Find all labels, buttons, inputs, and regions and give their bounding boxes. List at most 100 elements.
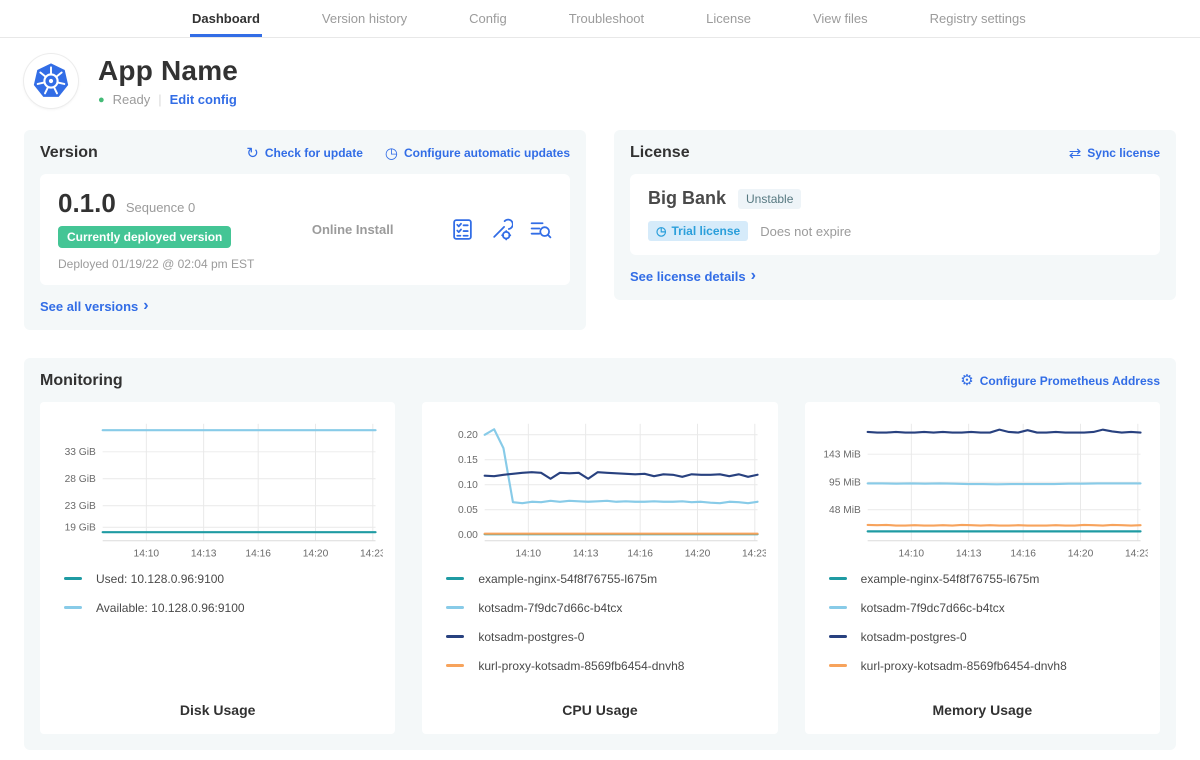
status-dot-icon: ● xyxy=(98,94,105,106)
memory-usage-panel: 14:1014:1314:1614:2014:23143 MiB95 MiB48… xyxy=(805,402,1160,734)
legend-label: kotsadm-7f9dc7d66c-b4tcx xyxy=(478,601,622,615)
edit-config-link[interactable]: Edit config xyxy=(170,92,237,107)
legend-item: example-nginx-54f8f76755-l675m xyxy=(829,572,1148,586)
legend-label: kurl-proxy-kotsadm-8569fb6454-dnvh8 xyxy=(861,659,1067,673)
preflight-checks-icon[interactable] xyxy=(451,218,474,241)
chevron-right-icon: › xyxy=(751,267,756,285)
configure-prometheus-link[interactable]: ⚙ Configure Prometheus Address xyxy=(960,373,1160,388)
configure-automatic-updates-link[interactable]: ◷ Configure automatic updates xyxy=(385,146,570,161)
legend-dash-icon xyxy=(64,606,82,609)
legend-item: kotsadm-7f9dc7d66c-b4tcx xyxy=(446,601,765,615)
disk-usage-panel: 14:1014:1314:1614:2014:2333 GiB28 GiB23 … xyxy=(40,402,395,734)
version-card-title: Version xyxy=(40,144,98,162)
svg-text:14:13: 14:13 xyxy=(955,548,981,559)
kubernetes-logo-icon xyxy=(24,54,78,108)
svg-text:33 GiB: 33 GiB xyxy=(65,447,96,458)
schedule-icon: ◷ xyxy=(385,146,398,161)
top-nav: Dashboard Version history Config Trouble… xyxy=(0,0,1200,38)
svg-text:23 GiB: 23 GiB xyxy=(65,501,96,512)
chevron-right-icon: › xyxy=(143,297,148,315)
tab-registry-settings[interactable]: Registry settings xyxy=(928,0,1028,37)
cpu-usage-panel: 14:1014:1314:1614:2014:230.200.150.100.0… xyxy=(422,402,777,734)
legend-label: example-nginx-54f8f76755-l675m xyxy=(478,572,657,586)
refresh-icon: ↻ xyxy=(246,146,259,161)
svg-text:95 MiB: 95 MiB xyxy=(829,477,861,488)
tab-dashboard[interactable]: Dashboard xyxy=(190,0,262,37)
edit-config-icon[interactable] xyxy=(490,218,513,241)
memory-usage-chart: 14:1014:1314:1614:2014:23143 MiB95 MiB48… xyxy=(817,416,1148,562)
svg-text:0.05: 0.05 xyxy=(458,505,478,516)
divider: | xyxy=(158,92,161,107)
cpu-usage-chart: 14:1014:1314:1614:2014:230.200.150.100.0… xyxy=(434,416,765,562)
version-sequence: Sequence 0 xyxy=(126,200,195,215)
memory-usage-legend: example-nginx-54f8f76755-l675m kotsadm-7f… xyxy=(829,572,1148,688)
see-all-versions-link[interactable]: See all versions › xyxy=(40,297,149,315)
license-name: Big Bank xyxy=(648,188,726,209)
svg-text:14:16: 14:16 xyxy=(245,548,271,559)
legend-item: kotsadm-7f9dc7d66c-b4tcx xyxy=(829,601,1148,615)
see-license-details-link[interactable]: See license details › xyxy=(630,267,756,285)
legend-item: kotsadm-postgres-0 xyxy=(446,630,765,644)
svg-text:0.00: 0.00 xyxy=(458,530,478,541)
license-expiry: Does not expire xyxy=(760,224,851,239)
legend-dash-icon xyxy=(446,606,464,609)
legend-label: kotsadm-7f9dc7d66c-b4tcx xyxy=(861,601,1005,615)
svg-text:14:10: 14:10 xyxy=(898,548,924,559)
legend-item: kurl-proxy-kotsadm-8569fb6454-dnvh8 xyxy=(829,659,1148,673)
tab-view-files[interactable]: View files xyxy=(811,0,870,37)
legend-dash-icon xyxy=(829,635,847,638)
version-card: Version ↻ Check for update ◷ Configure a… xyxy=(24,130,586,330)
svg-text:14:10: 14:10 xyxy=(134,548,160,559)
legend-dash-icon xyxy=(64,577,82,580)
cpu-usage-title: CPU Usage xyxy=(434,688,765,728)
tab-config[interactable]: Config xyxy=(467,0,509,37)
license-card: License ⇄ Sync license Big Bank Unstable… xyxy=(614,130,1176,300)
monitoring-title: Monitoring xyxy=(40,372,123,390)
legend-dash-icon xyxy=(829,577,847,580)
svg-text:14:10: 14:10 xyxy=(516,548,542,559)
license-card-title: License xyxy=(630,144,690,162)
svg-text:14:23: 14:23 xyxy=(360,548,383,559)
sync-license-link[interactable]: ⇄ Sync license xyxy=(1069,146,1160,161)
svg-text:0.20: 0.20 xyxy=(458,430,478,441)
tab-license[interactable]: License xyxy=(704,0,753,37)
svg-text:48 MiB: 48 MiB xyxy=(829,505,861,516)
legend-dash-icon xyxy=(829,606,847,609)
disk-usage-title: Disk Usage xyxy=(52,688,383,728)
svg-text:14:20: 14:20 xyxy=(685,548,711,559)
view-logs-icon[interactable] xyxy=(529,218,552,241)
disk-usage-chart: 14:1014:1314:1614:2014:2333 GiB28 GiB23 … xyxy=(52,416,383,562)
legend-label: kotsadm-postgres-0 xyxy=(478,630,584,644)
app-status: Ready xyxy=(113,92,151,107)
check-for-update-link[interactable]: ↻ Check for update xyxy=(246,146,363,161)
legend-label: Available: 10.128.0.96:9100 xyxy=(96,601,245,615)
disk-usage-legend: Used: 10.128.0.96:9100 Available: 10.128.… xyxy=(64,572,383,630)
install-type-label: Online Install xyxy=(312,222,394,237)
sync-icon: ⇄ xyxy=(1069,146,1082,161)
legend-label: Used: 10.128.0.96:9100 xyxy=(96,572,224,586)
svg-text:19 GiB: 19 GiB xyxy=(65,522,96,533)
deployed-badge: Currently deployed version xyxy=(58,226,231,248)
legend-item: example-nginx-54f8f76755-l675m xyxy=(446,572,765,586)
svg-text:0.15: 0.15 xyxy=(458,455,478,466)
svg-text:14:23: 14:23 xyxy=(742,548,765,559)
current-version-panel: 0.1.0 Sequence 0 Currently deployed vers… xyxy=(40,174,570,285)
legend-item: kurl-proxy-kotsadm-8569fb6454-dnvh8 xyxy=(446,659,765,673)
app-title: App Name xyxy=(98,55,238,87)
tab-troubleshoot[interactable]: Troubleshoot xyxy=(567,0,646,37)
license-panel: Big Bank Unstable ◷ Trial license Does n… xyxy=(630,174,1160,255)
memory-usage-title: Memory Usage xyxy=(817,688,1148,728)
legend-dash-icon xyxy=(829,664,847,667)
legend-label: kotsadm-postgres-0 xyxy=(861,630,967,644)
svg-text:14:23: 14:23 xyxy=(1125,548,1148,559)
version-number: 0.1.0 xyxy=(58,188,116,219)
monitoring-card: Monitoring ⚙ Configure Prometheus Addres… xyxy=(24,358,1176,750)
svg-text:14:13: 14:13 xyxy=(573,548,599,559)
legend-dash-icon xyxy=(446,664,464,667)
app-header: App Name ● Ready | Edit config xyxy=(24,54,1176,108)
deployed-timestamp: Deployed 01/19/22 @ 02:04 pm EST xyxy=(58,257,254,271)
legend-item: kotsadm-postgres-0 xyxy=(829,630,1148,644)
tab-version-history[interactable]: Version history xyxy=(320,0,409,37)
trial-license-badge: ◷ Trial license xyxy=(648,221,748,241)
svg-text:14:16: 14:16 xyxy=(1010,548,1036,559)
